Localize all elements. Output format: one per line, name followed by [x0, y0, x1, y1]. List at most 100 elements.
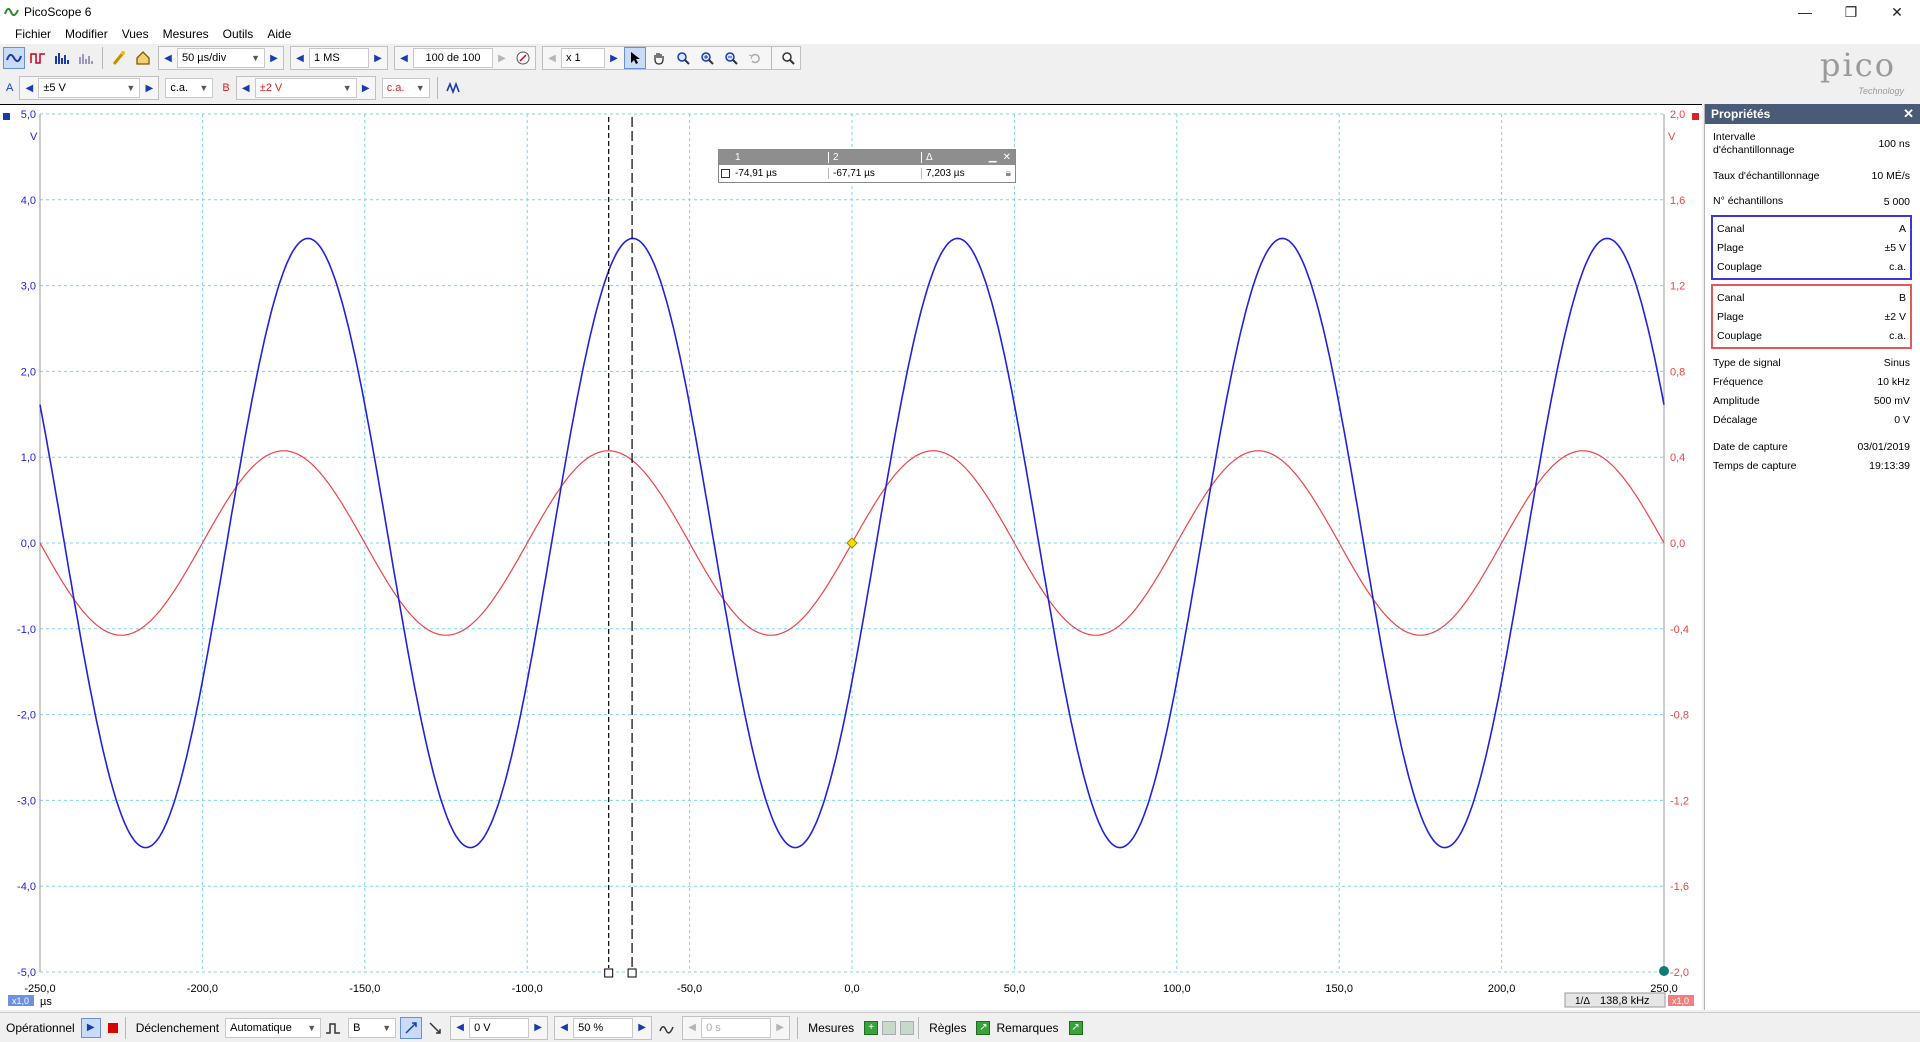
- probe-wand-icon[interactable]: [108, 47, 130, 69]
- buffer-navigator-icon[interactable]: [512, 47, 534, 69]
- channel-b-label[interactable]: B: [222, 82, 229, 94]
- channel-a-coupling-select[interactable]: c.a. ▼: [165, 78, 214, 98]
- post-trigger-icon[interactable]: [656, 1017, 678, 1039]
- ruler-legend[interactable]: 1 2 Δ ▁ ✕ -74,91 µs -67,71 µs 7,203 µs 🔒…: [718, 149, 1016, 183]
- channel-toolbar: A ◀ ±5 V ▼ ▶ c.a. ▼ B ◀ ±2 V ▼ ▶ c.a. ▼: [0, 74, 1920, 102]
- property-label: Canal: [1717, 222, 1745, 235]
- trigger-level-field[interactable]: 0 V: [469, 1017, 530, 1038]
- zoom-overview-icon[interactable]: [777, 47, 799, 69]
- channel-a-label[interactable]: A: [6, 82, 13, 94]
- samples-field[interactable]: 1 MS: [309, 48, 369, 68]
- zoom-in-icon[interactable]: [672, 47, 694, 69]
- minimize-button[interactable]: —: [1782, 0, 1828, 24]
- pre-trigger-next-button[interactable]: ▶: [633, 1017, 651, 1039]
- channel-b-range-value: ±2 V: [259, 82, 283, 94]
- zoom-out-icon[interactable]: [720, 47, 742, 69]
- scope-plot[interactable]: 5,0 4,0 3,0 2,0 1,0 0,0 -1,0 -2,0 -3,0 -4,0 -5,0 2…: [0, 105, 1702, 1011]
- notes-icon[interactable]: ↗: [1068, 1020, 1083, 1035]
- add-measurement-icon[interactable]: +: [864, 1020, 879, 1035]
- time-ruler-handle-icon[interactable]: [604, 968, 614, 978]
- time-ruler-handle-icon[interactable]: [627, 968, 637, 978]
- channel-a-range-select[interactable]: ±5 V ▼: [38, 78, 141, 98]
- channel-b-coupling-select[interactable]: c.a. ▼: [381, 78, 430, 98]
- menu-file[interactable]: Fichier: [8, 27, 58, 41]
- scope-view[interactable]: 5,0 4,0 3,0 2,0 1,0 0,0 -1,0 -2,0 -3,0 -4,0 -5,0 2…: [0, 104, 1702, 1010]
- menu-help[interactable]: Aide: [260, 27, 298, 41]
- timebase-select[interactable]: 50 µs/div ▼: [177, 48, 265, 68]
- signal-generator-icon[interactable]: [443, 77, 465, 99]
- trigger-level-next-button[interactable]: ▶: [529, 1017, 547, 1039]
- trigger-source-select[interactable]: B ▼: [348, 1017, 397, 1038]
- zoom-in-plus-icon[interactable]: [696, 47, 718, 69]
- property-value: A: [1898, 222, 1906, 235]
- right-tick-label: 2,0: [1670, 109, 1685, 121]
- pointer-tool-icon[interactable]: [624, 47, 646, 69]
- left-tick-label: -1,0: [17, 624, 36, 636]
- offset-handle-icon[interactable]: [1659, 966, 1669, 976]
- buffer-value: 100 de 100: [425, 52, 481, 64]
- chevron-down-icon: ▼: [199, 83, 209, 93]
- ruler-legend-header[interactable]: 1 2 Δ ▁ ✕: [719, 150, 1015, 165]
- property-value: B: [1898, 291, 1906, 304]
- persistence-mode-icon[interactable]: [27, 47, 49, 69]
- menu-measurements[interactable]: Mesures: [156, 27, 216, 41]
- close-icon[interactable]: ✕: [1903, 106, 1914, 122]
- channel-b-range-prev-button[interactable]: ◀: [237, 77, 255, 99]
- x-tick-label: 200,0: [1488, 983, 1516, 995]
- properties-header: Propriétés ✕: [1705, 104, 1920, 124]
- delay-field[interactable]: 0 s: [701, 1017, 772, 1038]
- samples-prev-button[interactable]: ◀: [291, 47, 309, 69]
- minimize-icon[interactable]: ▁: [989, 152, 997, 163]
- advanced-trigger-icon[interactable]: [322, 1017, 344, 1039]
- start-button[interactable]: ▶: [80, 1017, 101, 1038]
- spectrum-mode-icon[interactable]: [51, 47, 73, 69]
- close-icon[interactable]: ✕: [1003, 152, 1011, 163]
- menu-tools[interactable]: Outils: [216, 27, 261, 41]
- lock-icon[interactable]: 🔒︎: [1006, 168, 1015, 179]
- rulers-icon[interactable]: ↗: [976, 1020, 991, 1035]
- ruler-2-value: -67,71 µs: [829, 168, 922, 179]
- rising-edge-icon[interactable]: [400, 1016, 423, 1039]
- trigger-marker-icon[interactable]: [846, 537, 858, 549]
- pre-trigger-prev-button[interactable]: ◀: [555, 1017, 573, 1039]
- main-toolbar: ◀ 50 µs/div ▼ ▶ ◀ 1 MS ▶ ◀ 100 de 100 ▶ …: [0, 44, 1920, 72]
- channel-a-axis-marker-icon[interactable]: [3, 113, 10, 120]
- trigger-mode-select[interactable]: Automatique ▼: [225, 1017, 322, 1038]
- channel-b-range-select[interactable]: ±2 V ▼: [254, 78, 357, 98]
- ruler-checkbox-icon[interactable]: [721, 169, 730, 178]
- edit-measurement-icon[interactable]: [882, 1020, 897, 1035]
- zoom-next-button[interactable]: ▶: [605, 47, 623, 69]
- zoom-prev-button[interactable]: ◀: [543, 47, 561, 69]
- toolbar-divider: [771, 47, 772, 69]
- channel-b-range-next-button[interactable]: ▶: [357, 77, 375, 99]
- hand-tool-icon[interactable]: [648, 47, 670, 69]
- delay-next-button[interactable]: ▶: [771, 1017, 789, 1039]
- scope-mode-icon[interactable]: [3, 47, 25, 69]
- spectrum-persistence-icon[interactable]: [75, 47, 97, 69]
- delete-measurement-icon[interactable]: [900, 1020, 915, 1035]
- samples-next-button[interactable]: ▶: [369, 47, 387, 69]
- delay-prev-button[interactable]: ◀: [683, 1017, 701, 1039]
- timebase-prev-button[interactable]: ◀: [159, 47, 177, 69]
- buffer-prev-button[interactable]: ◀: [395, 47, 413, 69]
- property-row: Taux d'échantillonnage 10 MÉ/s: [1705, 160, 1920, 192]
- timebase-next-button[interactable]: ▶: [265, 47, 283, 69]
- pre-trigger-field[interactable]: 50 %: [573, 1017, 634, 1038]
- channel-a-range-next-button[interactable]: ▶: [140, 77, 158, 99]
- x-axis: -250,0 -200,0 -150,0 -100,0 -50,0 0,0 50,0 100,…: [24, 983, 1677, 995]
- buffer-next-button[interactable]: ▶: [493, 47, 511, 69]
- channel-b-axis-marker-icon[interactable]: [1692, 113, 1699, 120]
- channel-a-coupling-value: c.a.: [170, 82, 189, 94]
- restore-button[interactable]: ❐: [1828, 0, 1874, 24]
- menu-views[interactable]: Vues: [115, 27, 156, 41]
- trigger-level-prev-button[interactable]: ◀: [451, 1017, 469, 1039]
- menu-edit[interactable]: Modifier: [58, 27, 115, 41]
- undo-zoom-icon[interactable]: [744, 47, 766, 69]
- zoom-field[interactable]: x 1: [561, 48, 605, 68]
- buffer-field[interactable]: 100 de 100: [413, 48, 493, 68]
- channel-a-range-prev-button[interactable]: ◀: [20, 77, 38, 99]
- close-button[interactable]: ✕: [1874, 0, 1920, 24]
- falling-edge-icon[interactable]: [424, 1017, 446, 1039]
- home-icon[interactable]: [132, 47, 154, 69]
- stop-button[interactable]: [105, 1020, 121, 1036]
